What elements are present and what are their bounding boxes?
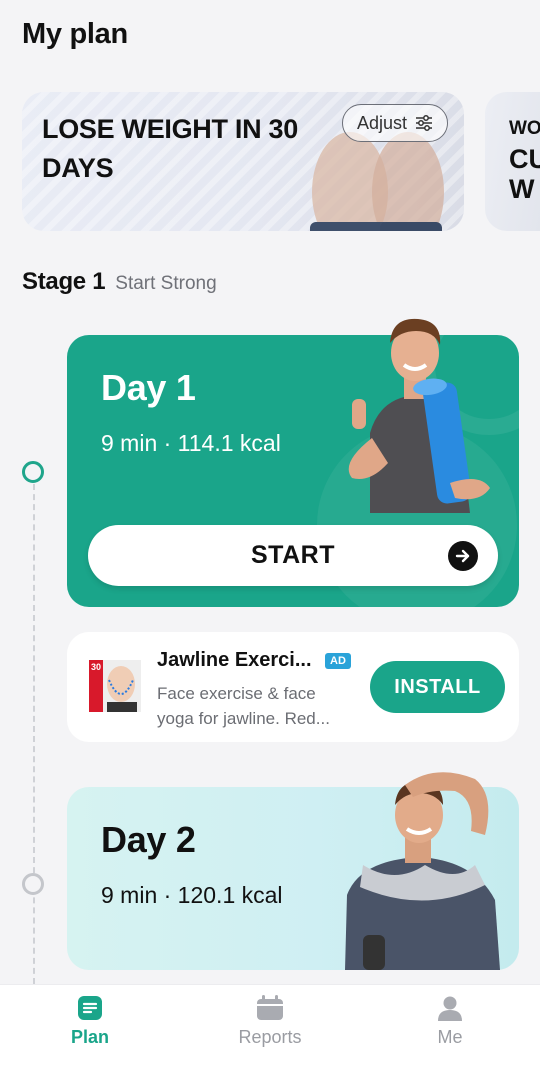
nav-label-me: Me	[437, 1027, 463, 1047]
timeline-line	[33, 484, 35, 984]
day-2-meta: 9 min · 120.1 kcal	[101, 882, 283, 908]
ad-thumb-label: 30	[91, 662, 102, 672]
nav-item-me[interactable]: Me	[390, 995, 510, 1048]
man-with-towel-image	[345, 772, 500, 970]
plan-card-2-title: WO CU W	[509, 114, 540, 204]
plan-title: LOSE WEIGHT IN 30 DAYS	[42, 114, 298, 183]
timeline-node-inactive	[22, 873, 44, 895]
page-title: My plan	[22, 18, 128, 50]
ad-title: Jawline Exerci...	[157, 649, 312, 671]
plan-card-2-line3: W	[509, 174, 535, 204]
start-button[interactable]: START	[88, 525, 498, 586]
plan-card-second[interactable]: WO CU W	[485, 92, 540, 231]
bottom-nav: Plan Reports Me	[0, 984, 540, 1066]
nav-label-plan: Plan	[70, 1027, 109, 1047]
stage-subtitle: Start Strong	[115, 273, 217, 294]
day-1-title: Day 1	[101, 367, 196, 408]
man-with-mat-image	[348, 318, 490, 513]
adjust-button[interactable]: Adjust	[342, 104, 449, 142]
nav-label-reports: Reports	[238, 1027, 302, 1047]
arrow-right-icon	[448, 541, 478, 571]
nav-item-plan[interactable]: Plan	[30, 995, 150, 1048]
stage-title: Stage 1	[22, 268, 106, 295]
person-icon	[438, 996, 462, 1021]
day-2-title: Day 2	[101, 819, 196, 860]
nav-item-reports[interactable]: Reports	[210, 995, 330, 1048]
day-1-meta: 9 min · 114.1 kcal	[101, 430, 281, 456]
plan-card-2-line1: WO	[509, 118, 540, 139]
adjust-label: Adjust	[357, 112, 408, 133]
timeline-node-active	[22, 461, 44, 483]
sliders-icon	[416, 115, 433, 131]
start-label: START	[251, 541, 335, 569]
plan-card-2-line2: CU	[509, 144, 540, 174]
install-button[interactable]: INSTALL	[370, 661, 505, 713]
ad-app-icon: 30	[89, 660, 141, 712]
ad-card[interactable]: 30 Jawline Exerci... AD Face exercise & …	[67, 632, 519, 742]
plan-icon	[78, 996, 102, 1020]
stage-header: Stage 1 Start Strong	[22, 268, 217, 296]
calendar-icon	[257, 995, 283, 1020]
plan-card-lose-weight[interactable]: LOSE WEIGHT IN 30 DAYS Adjust	[22, 92, 464, 231]
ad-description: Face exercise & face yoga for jawline. R…	[157, 684, 330, 728]
ad-badge: AD	[325, 653, 351, 669]
